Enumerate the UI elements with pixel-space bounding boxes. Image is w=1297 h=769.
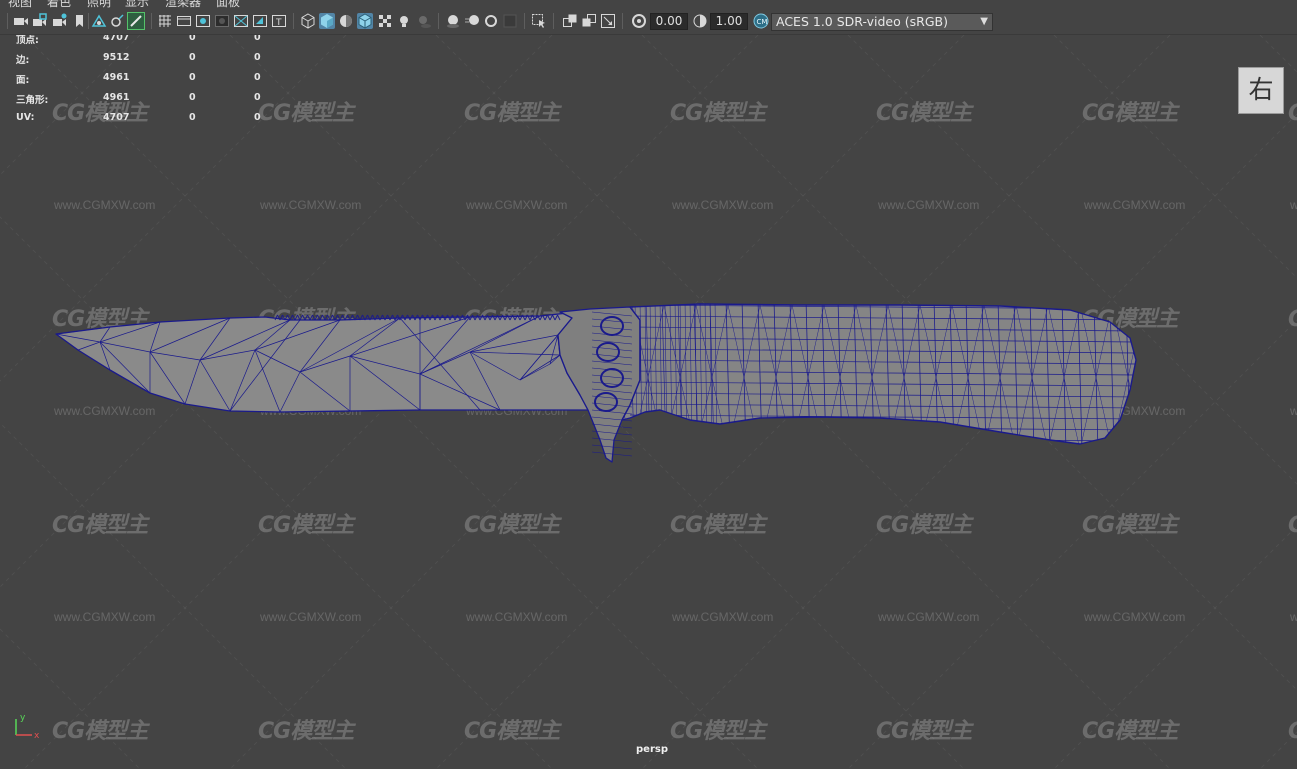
- camera-icon[interactable]: [13, 13, 29, 29]
- handle: [621, 303, 1137, 445]
- hud-value: 0: [189, 72, 196, 83]
- hud-label: 面:: [16, 75, 30, 86]
- resolution-gate-icon[interactable]: [195, 13, 211, 29]
- toolbar-separator: [622, 13, 623, 29]
- screen-space-ao-icon[interactable]: [445, 13, 461, 29]
- xray-icon[interactable]: [377, 13, 393, 29]
- toolbar-separator: [553, 13, 554, 29]
- motion-blur-icon[interactable]: [464, 13, 480, 29]
- gamma-icon[interactable]: [692, 13, 708, 29]
- hud-value: 0: [254, 92, 261, 103]
- film-gate-icon[interactable]: [176, 13, 192, 29]
- menu-show[interactable]: 显示: [125, 0, 149, 8]
- depth-of-field-icon[interactable]: [502, 13, 518, 29]
- grid-icon[interactable]: [157, 13, 173, 29]
- menu-view[interactable]: 视图: [8, 0, 32, 8]
- hud-label: 三角形:: [16, 95, 49, 106]
- menu-shading[interactable]: 着色: [47, 0, 71, 8]
- shadows-icon[interactable]: [416, 13, 432, 29]
- knife-mesh[interactable]: [0, 35, 1297, 769]
- hud-value: 0: [189, 35, 196, 43]
- camera-lock-icon[interactable]: [32, 13, 48, 29]
- wireframe-icon[interactable]: [300, 13, 316, 29]
- toolbar-separator: [88, 13, 89, 29]
- blade: [55, 312, 589, 413]
- color-space-dropdown[interactable]: ACES 1.0 SDR-video (sRGB) ▼: [771, 13, 993, 31]
- camera-attributes-icon[interactable]: [52, 13, 68, 29]
- antialias-icon[interactable]: [483, 13, 499, 29]
- hud-value: 4961: [103, 92, 130, 103]
- camera-label: persp: [636, 744, 668, 755]
- menu-bar: 视图 着色 照明 显示 渲染器 面板: [0, 0, 1297, 8]
- bookmark-icon[interactable]: [72, 13, 88, 29]
- toolbar-separator: [438, 13, 439, 29]
- use-all-lights-icon[interactable]: [396, 13, 412, 29]
- hud-value: 0: [254, 112, 261, 123]
- safe-action-icon[interactable]: [252, 13, 268, 29]
- x-axis-label: x: [34, 731, 40, 741]
- toolbar-separator: [7, 13, 8, 29]
- hud-value: 0: [254, 72, 261, 83]
- xray-components-icon[interactable]: [581, 13, 597, 29]
- color-management-icon[interactable]: CM: [753, 13, 769, 29]
- gate-mask-icon[interactable]: [214, 13, 230, 29]
- hud-label: 顶点:: [16, 35, 39, 46]
- safe-title-icon[interactable]: T: [271, 13, 287, 29]
- gamma-field[interactable]: 1.00: [710, 13, 748, 30]
- toolbar-separator: [293, 13, 294, 29]
- hud-value: 0: [189, 92, 196, 103]
- grease-pencil-icon[interactable]: [127, 12, 145, 30]
- hud-icon[interactable]: [600, 13, 616, 29]
- chevron-down-icon: ▼: [980, 16, 988, 27]
- hud-value: 0: [189, 112, 196, 123]
- exposure-field[interactable]: 0.00: [650, 13, 688, 30]
- field-chart-icon[interactable]: [233, 13, 249, 29]
- exposure-icon[interactable]: [631, 13, 647, 29]
- svg-text:CM: CM: [757, 18, 768, 26]
- hud-value: 0: [189, 52, 196, 63]
- 2d-pan-zoom-icon[interactable]: [109, 13, 125, 29]
- hud-value: 0: [254, 35, 261, 43]
- menu-lighting[interactable]: 照明: [87, 0, 111, 8]
- hud-value: 9512: [103, 52, 130, 63]
- menu-panels[interactable]: 面板: [216, 0, 240, 8]
- xray-joints-icon[interactable]: [562, 13, 578, 29]
- default-material-icon[interactable]: [338, 13, 354, 29]
- y-axis-label: y: [20, 713, 26, 723]
- svg-text:T: T: [275, 18, 282, 28]
- smooth-shade-icon[interactable]: [319, 13, 335, 29]
- axis-gizmo: y x: [15, 713, 40, 741]
- panel-toolbar: T 0.00 1.00 CM ACES 1.0 SDR-video (sRGB)…: [0, 8, 1297, 35]
- menu-renderer[interactable]: 渲染器: [165, 0, 201, 8]
- hud-value: 4707: [103, 35, 130, 43]
- hud-label: UV:: [16, 112, 35, 123]
- 3d-viewport[interactable]: CG模型主 CG模型主 CG模型主 CG模型主 CG模型主 CG模型主 CG模型主 CG模型主…: [0, 35, 1297, 769]
- hud-value: 4707: [103, 112, 130, 123]
- color-space-value: ACES 1.0 SDR-video (sRGB): [776, 14, 948, 29]
- hud-label: 边:: [16, 55, 30, 66]
- view-cube[interactable]: 右: [1238, 67, 1284, 114]
- wireframe-on-shaded-icon[interactable]: [357, 13, 373, 29]
- isolate-select-icon[interactable]: [531, 13, 547, 29]
- toolbar-separator: [151, 13, 152, 29]
- hud-value: 0: [254, 52, 261, 63]
- image-plane-icon[interactable]: [91, 13, 107, 29]
- hud-value: 4961: [103, 72, 130, 83]
- toolbar-separator: [524, 13, 525, 29]
